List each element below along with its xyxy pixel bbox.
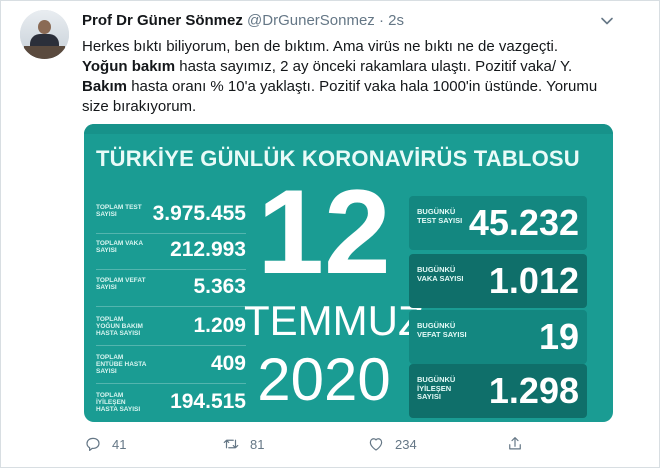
retweet-icon <box>223 439 239 449</box>
stat-value: 1.012 <box>488 260 579 301</box>
stat-label: BUGÜNKÜ VAKA SAYISI <box>417 265 464 283</box>
reply-icon <box>86 437 100 451</box>
stat-total-intubated: TOPLAM ENTÜBE HASTA SAYISI 409 <box>96 352 246 384</box>
stat-total-cases: TOPLAM VAKA SAYISI 212.993 <box>96 238 246 270</box>
author-name[interactable]: Prof Dr Güner Sönmez <box>82 12 243 29</box>
tweet-text: Herkes bıktı biliyorum, ben de bıktım. A… <box>82 37 602 117</box>
stat-total-icu: TOPLAM YOĞUN BAKIM HASTA SAYISI 1.209 <box>96 314 246 346</box>
stat-value: 19 <box>538 316 579 357</box>
stat-total-recovered: TOPLAM İYİLEŞEN HASTA SAYISI 194.515 <box>96 390 246 418</box>
text-part-bold: Yoğun bakım <box>82 58 176 75</box>
today-deaths-box: BUGÜNKÜ VEFAT SAYISI 19 <box>409 310 587 364</box>
like-count: 234 <box>395 436 417 452</box>
text-part: hasta oranı % 10'a yaklaştı. Pozitif vak… <box>82 78 598 115</box>
stat-value: 1.298 <box>488 370 579 411</box>
heart-icon <box>369 438 383 451</box>
stat-total-tests: TOPLAM TEST SAYISI 3.975.455 <box>96 202 246 234</box>
stat-value: 212.993 <box>170 238 246 261</box>
stat-value: 45.232 <box>468 202 579 243</box>
date-day: 12 <box>257 165 391 299</box>
tweet-header: Prof Dr Güner Sönmez @DrGunerSonmez · 2s <box>82 12 404 29</box>
stat-label: TOPLAM VEFAT SAYISI <box>96 277 146 291</box>
retweet-count: 81 <box>250 436 265 452</box>
tweet-actions: 41 81 234 <box>82 434 582 454</box>
separator: · <box>378 12 384 29</box>
stat-value: 194.515 <box>170 390 246 413</box>
date-month: TEMMUZ <box>244 297 424 344</box>
today-tests-box: BUGÜNKÜ TEST SAYISI 45.232 <box>409 196 587 250</box>
stat-value: 5.363 <box>193 275 246 298</box>
stat-label: TOPLAM İYİLEŞEN HASTA SAYISI <box>96 392 141 413</box>
today-cases-box: BUGÜNKÜ VAKA SAYISI 1.012 <box>409 254 587 308</box>
card-stripe <box>84 124 613 134</box>
stat-value: 409 <box>210 352 246 375</box>
text-part: hasta sayımız, 2 ay önceki rakamlara ula… <box>175 58 573 75</box>
stat-label: BUGÜNKÜ TEST SAYISI <box>417 207 463 225</box>
avatar[interactable] <box>20 10 69 59</box>
stat-label: BUGÜNKÜ VEFAT SAYISI <box>417 321 467 339</box>
date-year: 2020 <box>257 346 391 413</box>
stat-value: 3.975.455 <box>152 202 246 225</box>
reply-button[interactable]: 41 <box>84 434 126 454</box>
author-handle[interactable]: @DrGunerSonmez <box>247 12 375 29</box>
chevron-down-icon[interactable] <box>600 14 614 28</box>
text-part-bold: Bakım <box>82 78 128 95</box>
share-button[interactable] <box>506 434 524 454</box>
tweet-time[interactable]: 2s <box>388 12 404 29</box>
stat-label: TOPLAM ENTÜBE HASTA SAYISI <box>96 354 147 375</box>
stat-value: 1.209 <box>193 314 246 337</box>
today-recovered-box: BUGÜNKÜ İYİLEŞEN SAYISI 1.298 <box>409 364 587 418</box>
stat-label: TOPLAM VAKA SAYISI <box>96 240 143 254</box>
reply-count: 41 <box>112 436 127 452</box>
stat-label: TOPLAM YOĞUN BAKIM HASTA SAYISI <box>96 316 143 337</box>
stat-label: BUGÜNKÜ İYİLEŞEN SAYISI <box>417 375 456 401</box>
covid-stats-image[interactable]: TÜRKİYE GÜNLÜK KORONAVİRÜS TABLOSU TOPLA… <box>84 124 613 422</box>
stat-label: TOPLAM TEST SAYISI <box>96 204 142 218</box>
retweet-button[interactable]: 81 <box>222 434 264 454</box>
like-button[interactable]: 234 <box>367 434 417 454</box>
text-part: Herkes bıktı biliyorum, ben de bıktım. A… <box>82 38 559 55</box>
share-icon <box>509 437 521 450</box>
stat-total-deaths: TOPLAM VEFAT SAYISI 5.363 <box>96 275 246 307</box>
